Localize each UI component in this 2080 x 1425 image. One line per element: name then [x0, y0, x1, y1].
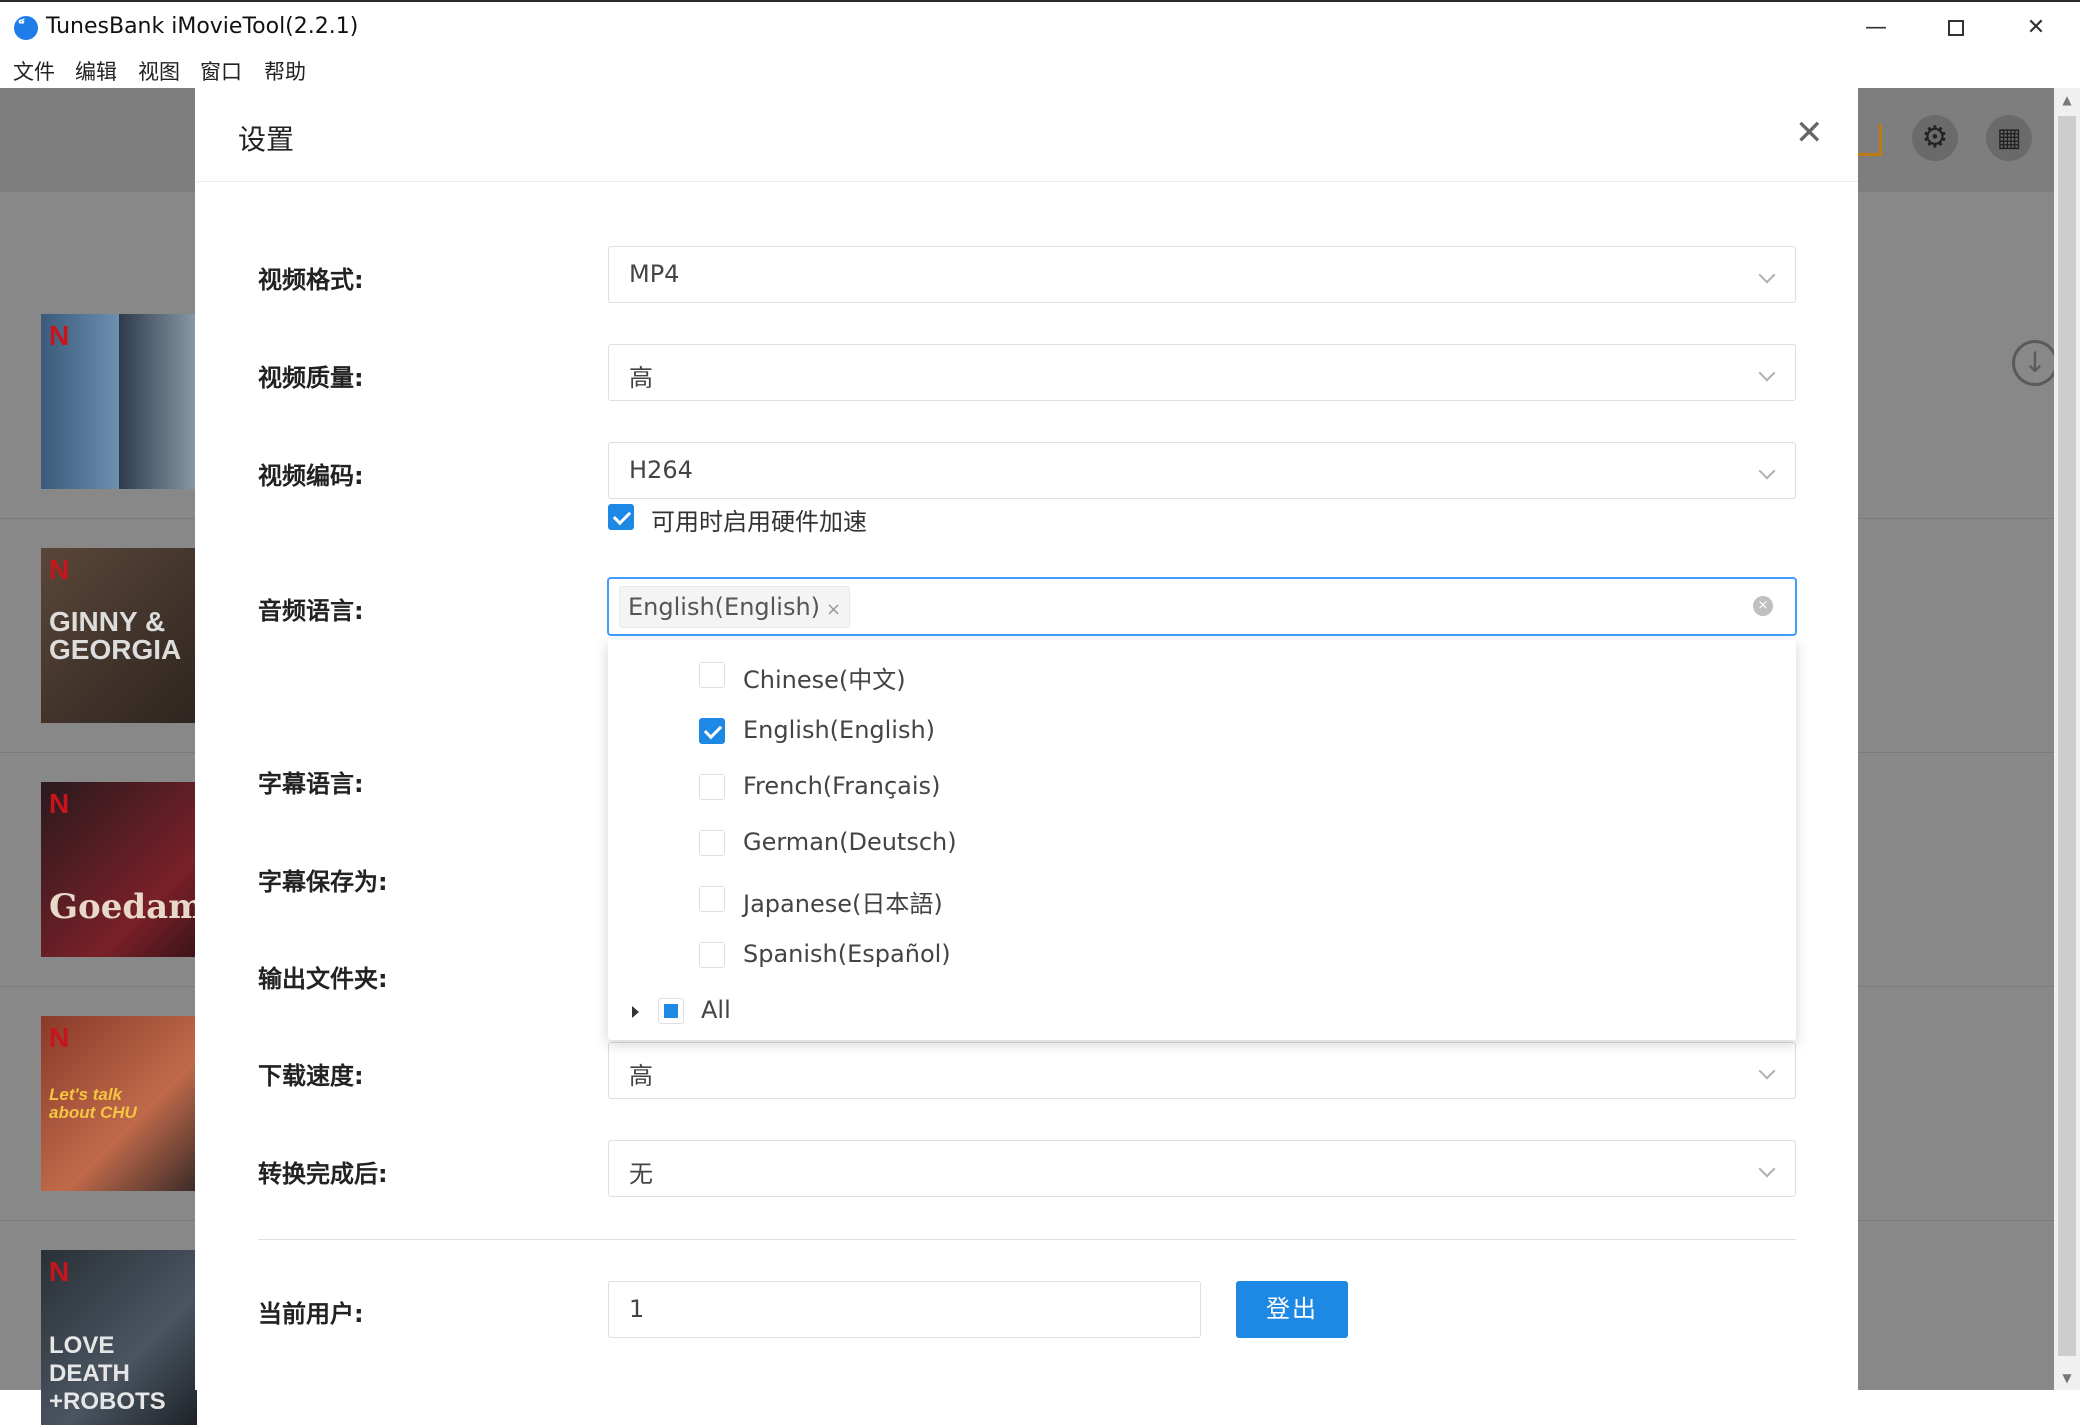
- menu-bar: 文件 编辑 视图 窗口 帮助: [0, 52, 2080, 88]
- download-speed-label: 下载速度:: [258, 1062, 364, 1090]
- current-user-field[interactable]: 1: [608, 1281, 1201, 1338]
- after-convert-label: 转换完成后:: [258, 1160, 388, 1188]
- option-label: English(English): [743, 716, 936, 744]
- option-checkbox[interactable]: [699, 886, 725, 912]
- chevron-down-icon: [1758, 266, 1776, 284]
- video-quality-value: 高: [629, 364, 653, 392]
- menu-file[interactable]: 文件: [13, 56, 55, 86]
- audio-option[interactable]: Chinese(中文): [608, 648, 1796, 704]
- maximize-icon: [1948, 20, 1964, 36]
- menu-view[interactable]: 视图: [138, 56, 180, 86]
- chevron-down-icon: [1758, 364, 1776, 382]
- video-codec-select[interactable]: H264: [608, 442, 1796, 499]
- download-speed-value: 高: [629, 1062, 653, 1090]
- expand-caret-icon[interactable]: [632, 1006, 639, 1018]
- audio-language-dropdown: Chinese(中文) English(English) French(Fran…: [608, 640, 1796, 1040]
- video-codec-value: H264: [629, 456, 693, 484]
- settings-gear-icon[interactable]: ⚙: [1912, 115, 1958, 161]
- after-convert-value: 无: [629, 1160, 653, 1188]
- output-folder-label: 输出文件夹:: [258, 965, 388, 993]
- thumbnail-title: Let's talk about CHU: [49, 1085, 137, 1122]
- option-checkbox[interactable]: [699, 662, 725, 688]
- thumbnail-1[interactable]: N: [41, 314, 197, 489]
- menu-window[interactable]: 窗口: [200, 56, 242, 86]
- app-logo-icon: ็: [14, 16, 38, 40]
- chevron-down-icon: [1758, 1062, 1776, 1080]
- settings-dialog: 设置 ✕ 视频格式: MP4 视频质量: 高 视频编码: H264 可用时启用硬…: [195, 88, 1858, 1390]
- subtitle-save-as-label: 字幕保存为:: [258, 868, 388, 896]
- thumbnail-5[interactable]: N LOVE DEATH +ROBOTS: [41, 1250, 197, 1425]
- download-speed-select[interactable]: 高: [608, 1042, 1796, 1099]
- chevron-down-icon: [1758, 462, 1776, 480]
- menu-help[interactable]: 帮助: [264, 56, 306, 86]
- option-label: German(Deutsch): [743, 828, 957, 856]
- hardware-acceleration-checkbox[interactable]: [608, 504, 634, 530]
- menu-edit[interactable]: 编辑: [75, 56, 117, 86]
- clear-icon[interactable]: ×: [1753, 596, 1773, 616]
- audio-option[interactable]: English(English): [608, 704, 1796, 760]
- video-format-label: 视频格式:: [258, 266, 364, 294]
- all-checkbox[interactable]: [658, 998, 684, 1024]
- hardware-acceleration-label: 可用时启用硬件加速: [651, 508, 867, 536]
- netflix-logo: N: [49, 1022, 70, 1053]
- thumbnail-4[interactable]: N Let's talk about CHU: [41, 1016, 197, 1191]
- video-format-select[interactable]: MP4: [608, 246, 1796, 303]
- window-title: TunesBank iMovieTool(2.2.1): [46, 14, 359, 39]
- option-label: Spanish(Español): [743, 940, 951, 968]
- audio-option[interactable]: Japanese(日本語): [608, 872, 1796, 928]
- title-bar: ็ TunesBank iMovieTool(2.2.1) — ✕: [0, 0, 2080, 52]
- all-label: All: [701, 996, 731, 1024]
- audio-language-tag: English(English) ×: [619, 586, 851, 628]
- scrollbar[interactable]: ▲ ▼: [2054, 88, 2080, 1390]
- download-icon[interactable]: ↓: [2012, 340, 2058, 386]
- audio-language-select[interactable]: English(English) × ×: [608, 578, 1796, 635]
- option-checkbox[interactable]: [699, 830, 725, 856]
- option-label: Japanese(日本語): [743, 890, 943, 918]
- option-checkbox[interactable]: [699, 718, 725, 744]
- close-window-button[interactable]: ✕: [1996, 2, 2076, 54]
- netflix-logo: N: [49, 1256, 70, 1287]
- audio-option[interactable]: Spanish(Español): [608, 928, 1796, 984]
- netflix-logo: N: [49, 320, 70, 351]
- video-quality-label: 视频质量:: [258, 364, 364, 392]
- netflix-logo: N: [49, 788, 70, 819]
- audio-language-tag-label: English(English): [628, 593, 821, 621]
- audio-option[interactable]: German(Deutsch): [608, 816, 1796, 872]
- current-user-value: 1: [629, 1295, 645, 1323]
- maximize-button[interactable]: [1916, 2, 1996, 54]
- audio-option-all[interactable]: All: [608, 984, 1796, 1040]
- video-quality-select[interactable]: 高: [608, 344, 1796, 401]
- after-convert-select[interactable]: 无: [608, 1140, 1796, 1197]
- scroll-down-arrow-icon[interactable]: ▼: [2054, 1366, 2080, 1390]
- video-format-value: MP4: [629, 260, 680, 288]
- dialog-title: 设置: [238, 123, 295, 156]
- tag-remove-icon[interactable]: ×: [826, 599, 841, 620]
- audio-language-label: 音频语言:: [258, 597, 364, 625]
- video-codec-label: 视频编码:: [258, 462, 364, 490]
- dialog-close-button[interactable]: ✕: [1795, 116, 1824, 150]
- option-label: French(Français): [743, 772, 941, 800]
- audio-option[interactable]: French(Français): [608, 760, 1796, 816]
- scroll-up-arrow-icon[interactable]: ▲: [2054, 88, 2080, 112]
- current-user-label: 当前用户:: [258, 1300, 364, 1328]
- chevron-down-icon: [1758, 1160, 1776, 1178]
- subtitle-language-label: 字幕语言:: [258, 770, 364, 798]
- option-checkbox[interactable]: [699, 774, 725, 800]
- minimize-button[interactable]: —: [1836, 2, 1916, 54]
- thumbnail-title: Goedam: [49, 887, 197, 927]
- option-checkbox[interactable]: [699, 942, 725, 968]
- thumbnail-2[interactable]: N GINNY & GEORGIA: [41, 548, 197, 723]
- thumbnail-title: LOVE DEATH +ROBOTS: [49, 1332, 166, 1415]
- section-divider: [258, 1239, 1796, 1240]
- thumbnail-3[interactable]: N Goedam: [41, 782, 197, 957]
- option-label: Chinese(中文): [743, 666, 906, 694]
- thumbnail-title: GINNY & GEORGIA: [49, 606, 182, 665]
- dialog-header: 设置 ✕: [195, 88, 1858, 182]
- scrollbar-thumb[interactable]: [2058, 116, 2076, 1356]
- logout-button[interactable]: 登出: [1236, 1281, 1348, 1338]
- netflix-logo: N: [49, 554, 70, 585]
- grid-menu-icon[interactable]: ▦: [1986, 115, 2032, 161]
